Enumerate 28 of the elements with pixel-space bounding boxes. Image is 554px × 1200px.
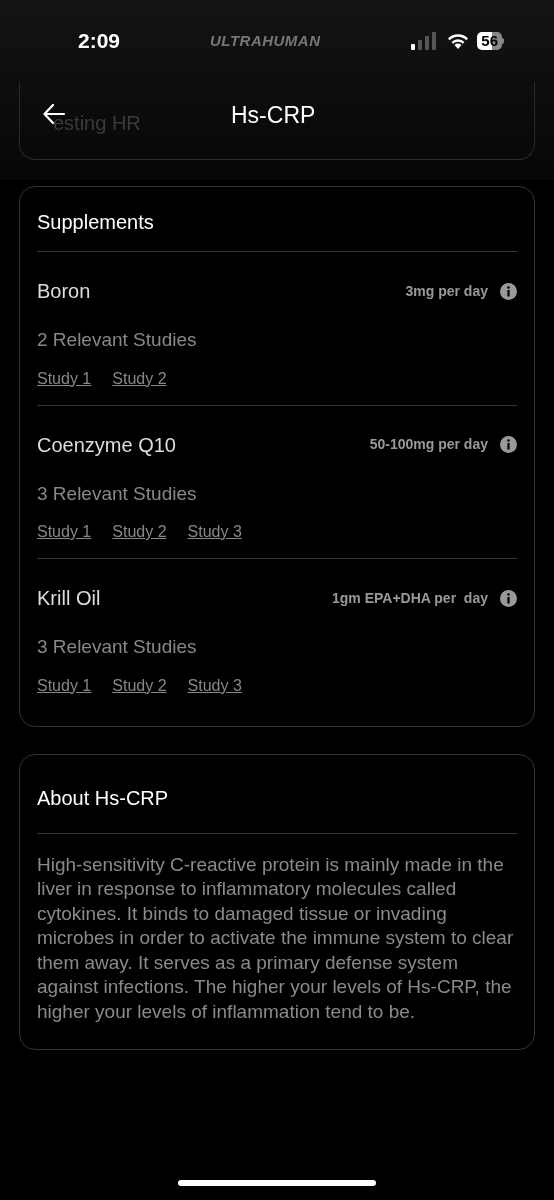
study-link[interactable]: Study 2 xyxy=(112,520,167,544)
supplement-name: Boron xyxy=(37,279,91,304)
info-icon[interactable] xyxy=(500,282,517,300)
section-title: Supplements xyxy=(37,187,517,252)
studies-count: 2 Relevant Studies xyxy=(37,328,198,352)
section-title: About Hs-CRP xyxy=(37,754,517,834)
dose-text: 1gm EPA+DHA per day xyxy=(332,588,488,608)
description-text: High-sensitivity C-reactive protein is mainly made in the liver in response to inflammatory molecules called cytokines. It binds to damaged tissue or invading microbes in order to activate the immune system to clear them away. It serves as a primary defense system against infections. The higher your levels of Hs-CRP, the higher your levels of inflammation tend to be. xyxy=(37,852,515,1024)
supplement-name: Krill Oil xyxy=(37,586,101,611)
status-time: 2:09 xyxy=(78,28,122,55)
studies-count: 3 Relevant Studies xyxy=(37,635,198,659)
wifi-icon xyxy=(446,32,471,50)
info-icon[interactable] xyxy=(500,589,517,607)
dose-text: 3mg per day xyxy=(405,281,488,301)
carrier-name: ULTRAHUMAN xyxy=(210,30,321,51)
page-title: Hs-CRP xyxy=(231,101,316,130)
battery-icon: 56 xyxy=(477,32,504,50)
studies-count: 3 Relevant Studies xyxy=(37,481,198,506)
study-link[interactable]: Study 3 xyxy=(187,520,242,544)
study-link[interactable]: Study 2 xyxy=(112,673,167,698)
info-icon[interactable] xyxy=(500,436,517,453)
study-link[interactable]: Study 1 xyxy=(37,673,92,698)
supplement-name: Coenzyme Q10 xyxy=(37,432,176,458)
study-link[interactable]: Study 1 xyxy=(37,366,92,391)
study-link[interactable]: Study 1 xyxy=(37,520,92,544)
study-link[interactable]: Study 3 xyxy=(187,673,242,698)
dose-text: 50-100mg per day xyxy=(369,435,488,454)
study-link[interactable]: Study 2 xyxy=(112,366,167,391)
